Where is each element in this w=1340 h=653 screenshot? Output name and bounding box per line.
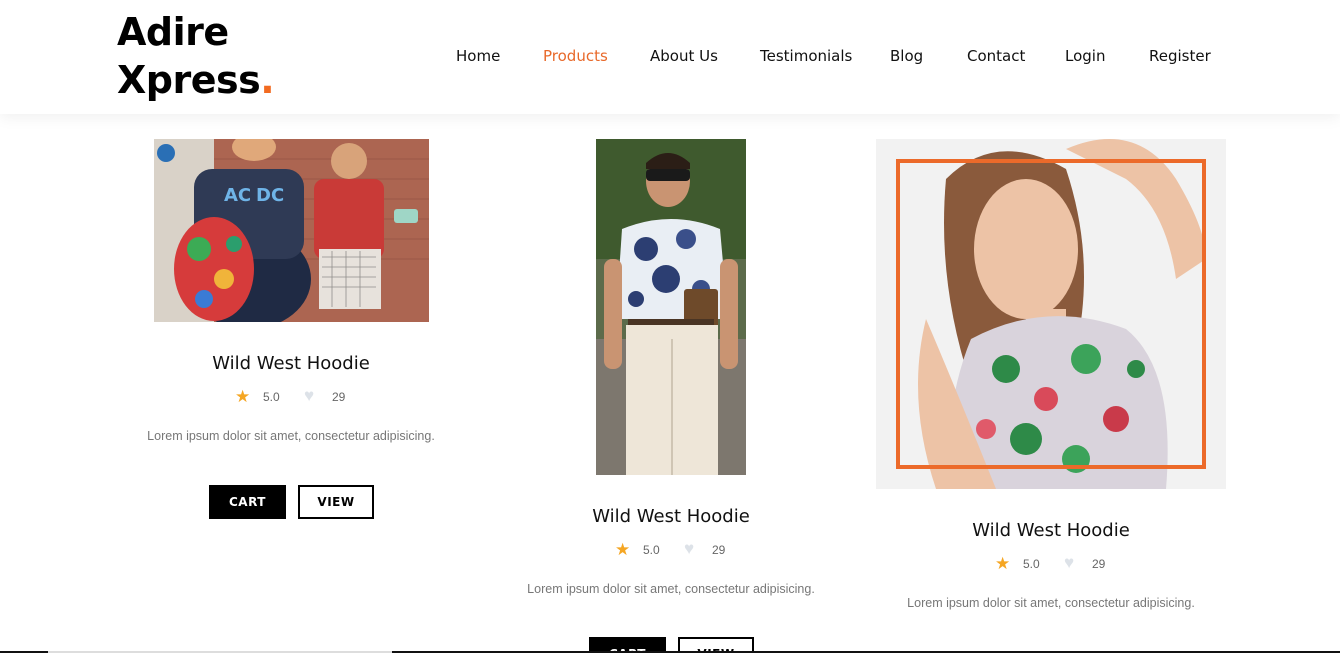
nav-home[interactable]: Home xyxy=(456,47,500,65)
nav-testimonials[interactable]: Testimonials xyxy=(760,47,852,65)
product-title-3[interactable]: Wild West Hoodie xyxy=(901,520,1201,541)
star-icon: ★ xyxy=(235,387,251,406)
product-meta-1: ★ 5.0 ♥ 29 xyxy=(141,386,441,409)
rating-value: 5.0 xyxy=(263,390,280,404)
heart-icon[interactable]: ♥ xyxy=(304,386,314,406)
product-description-3: Lorem ipsum dolor sit amet, consectetur … xyxy=(907,596,1195,610)
rating-value: 5.0 xyxy=(1023,557,1040,571)
star-icon: ★ xyxy=(995,554,1011,573)
likes-count: 29 xyxy=(1092,557,1106,571)
product-meta-3: ★ 5.0 ♥ 29 xyxy=(901,553,1201,576)
product-image-2[interactable] xyxy=(596,139,746,475)
product-title-1[interactable]: Wild West Hoodie xyxy=(141,353,441,374)
nav-about-us[interactable]: About Us xyxy=(650,47,718,65)
nav-register[interactable]: Register xyxy=(1149,47,1211,65)
product-image-1[interactable]: AC DC xyxy=(154,139,429,322)
product-description-2: Lorem ipsum dolor sit amet, consectetur … xyxy=(527,582,815,596)
svg-text:DC: DC xyxy=(256,185,284,206)
view-button[interactable]: VIEW xyxy=(298,485,374,519)
svg-text:AC: AC xyxy=(224,185,251,206)
nav-login[interactable]: Login xyxy=(1065,47,1105,65)
star-icon: ★ xyxy=(615,540,631,559)
nav-products[interactable]: Products xyxy=(543,47,608,65)
heart-icon[interactable]: ♥ xyxy=(1064,553,1074,573)
likes-count: 29 xyxy=(332,390,346,404)
product-title-2[interactable]: Wild West Hoodie xyxy=(521,506,821,527)
likes-count: 29 xyxy=(712,543,726,557)
rating-value: 5.0 xyxy=(643,543,660,557)
heart-icon[interactable]: ♥ xyxy=(684,539,694,559)
product-description-1: Lorem ipsum dolor sit amet, consectetur … xyxy=(147,429,435,443)
product-meta-2: ★ 5.0 ♥ 29 xyxy=(521,539,821,562)
main-nav: Home Products About Us Testimonials Blog… xyxy=(0,47,1340,69)
highlight-frame xyxy=(896,159,1206,469)
nav-blog[interactable]: Blog xyxy=(890,47,923,65)
site-header: Adire Xpress. Home Products About Us Tes… xyxy=(0,0,1340,114)
nav-contact[interactable]: Contact xyxy=(967,47,1025,65)
cart-button[interactable]: CART xyxy=(209,485,286,519)
